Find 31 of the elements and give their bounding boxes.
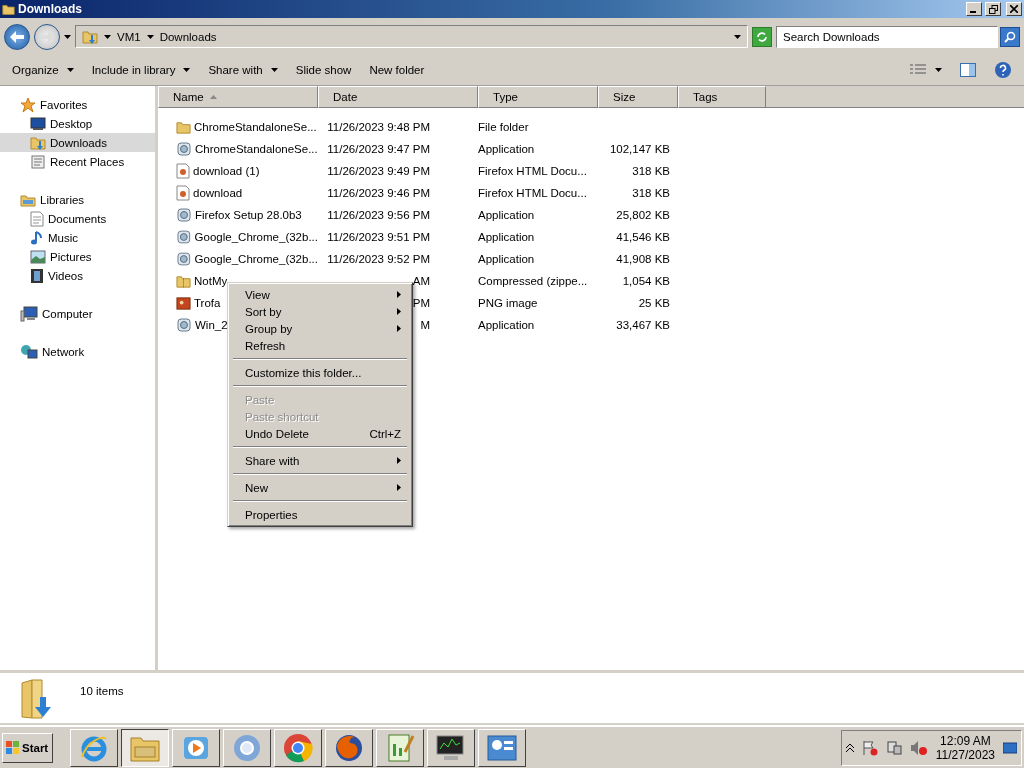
size-cell: 1,054 KB	[622, 275, 670, 287]
type-cell: Application	[478, 253, 535, 265]
date-cell: 11/26/2023 9:52 PM	[327, 253, 430, 265]
type-cell: Application	[478, 209, 535, 221]
size-cell: 41,908 KB	[616, 253, 670, 265]
type-cell: Firefox HTML Docu...	[478, 165, 587, 177]
date-cell: M	[420, 319, 430, 331]
date-cell: 11/26/2023 9:49 PM	[327, 165, 430, 177]
size-cell: 318 KB	[632, 165, 670, 177]
size-cell: 318 KB	[632, 187, 670, 199]
date-cell: 11/26/2023 9:46 PM	[327, 187, 430, 199]
date-cell: 11/26/2023 9:51 PM	[327, 231, 430, 243]
type-cell: PNG image	[478, 297, 538, 309]
type-cell: Compressed (zippe...	[478, 275, 588, 287]
date-cell: 11/26/2023 9:56 PM	[327, 209, 430, 221]
item-count: 10 items	[80, 685, 124, 697]
date-cell: 11/26/2023 9:48 PM	[327, 121, 430, 133]
date-cell: PM	[412, 297, 430, 309]
type-cell: Application	[478, 319, 535, 331]
type-cell: Application	[478, 231, 535, 243]
size-cell: 33,467 KB	[616, 319, 670, 331]
size-cell: 102,147 KB	[609, 143, 670, 155]
window-title: Downloads	[18, 2, 83, 16]
size-cell: 25 KB	[638, 297, 670, 309]
date-cell: 11/26/2023 9:47 PM	[327, 143, 430, 155]
type-cell: File folder	[478, 121, 529, 133]
date-cell: AM	[412, 275, 430, 287]
type-cell: Firefox HTML Docu...	[478, 187, 587, 199]
size-cell: 25,802 KB	[616, 209, 670, 221]
size-cell: 41,546 KB	[616, 231, 670, 243]
type-cell: Application	[478, 143, 535, 155]
